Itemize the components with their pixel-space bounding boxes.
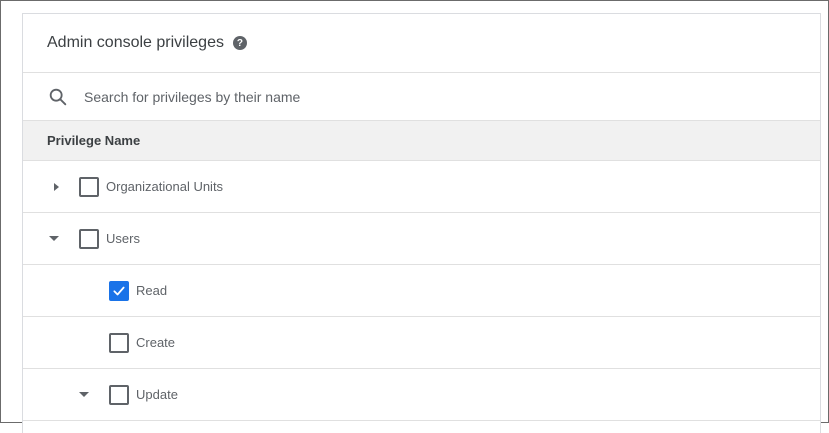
privilege-row-update: Update bbox=[23, 369, 820, 421]
privilege-label: Update bbox=[136, 387, 178, 402]
panel-header: Admin console privileges ? bbox=[23, 14, 820, 73]
collapse-caret-down-icon[interactable] bbox=[47, 232, 61, 246]
search-input[interactable] bbox=[82, 87, 686, 106]
help-circle-icon[interactable]: ? bbox=[232, 36, 247, 50]
expand-caret-right-icon[interactable] bbox=[49, 180, 63, 194]
privileges-panel: Admin console privileges ? Privilege Nam… bbox=[22, 13, 821, 433]
privilege-row-users: Users bbox=[23, 213, 820, 265]
column-header-privilege-name: Privilege Name bbox=[23, 121, 820, 161]
privilege-label: Users bbox=[106, 231, 140, 246]
privilege-label: Read bbox=[136, 283, 168, 298]
checkbox-create[interactable] bbox=[109, 332, 129, 353]
checkbox-organizational-units[interactable] bbox=[79, 176, 99, 197]
search-icon bbox=[47, 86, 69, 108]
column-header-label: Privilege Name bbox=[47, 133, 141, 148]
checkbox-read[interactable] bbox=[109, 280, 129, 301]
checkmark-icon bbox=[113, 286, 125, 295]
checkbox-update[interactable] bbox=[109, 384, 129, 405]
privilege-label: Create bbox=[136, 335, 176, 350]
privilege-label: Organizational Units bbox=[106, 179, 224, 194]
page-title: Admin console privileges bbox=[47, 34, 224, 51]
privilege-row-organizational-units: Organizational Units bbox=[23, 161, 820, 213]
checkbox-users[interactable] bbox=[79, 228, 99, 249]
collapse-caret-down-icon[interactable] bbox=[77, 388, 91, 402]
privilege-row-create: Create bbox=[23, 317, 820, 369]
privilege-row-read: Read bbox=[23, 265, 820, 317]
search-bar bbox=[23, 73, 820, 121]
